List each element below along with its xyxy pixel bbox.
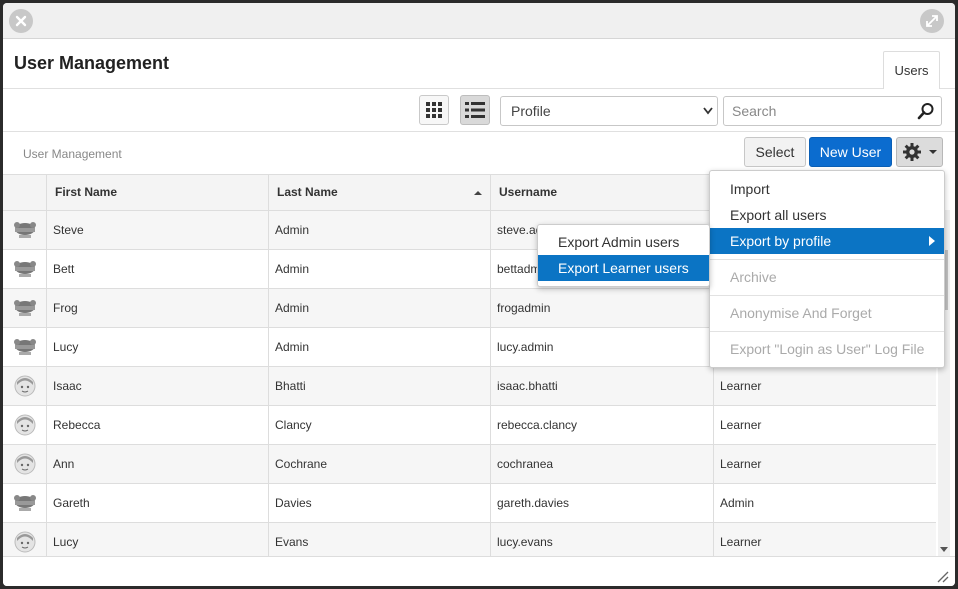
cell-last-name: Admin <box>268 328 490 366</box>
cell-last-name: Admin <box>268 289 490 327</box>
title-bar <box>3 3 955 39</box>
search-input[interactable] <box>730 102 914 120</box>
cell-profile: Learner <box>713 406 936 444</box>
cell-last-name: Evans <box>268 523 490 557</box>
admin-avatar-icon <box>3 484 46 522</box>
menu-divider <box>710 295 944 296</box>
cell-username: gareth.davies <box>490 484 713 522</box>
cell-first-name: Ann <box>46 445 268 483</box>
new-user-button[interactable]: New User <box>809 137 892 167</box>
menu-item-import[interactable]: Import <box>710 176 944 202</box>
cell-last-name: Admin <box>268 211 490 249</box>
search-icon[interactable] <box>917 102 935 120</box>
close-icon[interactable] <box>9 9 33 33</box>
cell-username: cochranea <box>490 445 713 483</box>
scroll-down-arrow-icon[interactable] <box>940 547 948 552</box>
menu-item-export-by-profile-label: Export by profile <box>730 233 832 249</box>
page-title: User Management <box>14 53 170 73</box>
cell-first-name: Gareth <box>46 484 268 522</box>
cell-first-name: Steve <box>46 211 268 249</box>
admin-avatar-icon <box>3 328 46 366</box>
cell-last-name: Davies <box>268 484 490 522</box>
table-row[interactable]: Rebecca Clancy rebecca.clancy Learner <box>3 406 936 445</box>
column-last-name-label: Last Name <box>277 185 338 199</box>
profile-select[interactable]: Profile <box>500 96 718 126</box>
export-by-profile-submenu: Export Admin users Export Learner users <box>537 224 710 287</box>
cell-profile: Learner <box>713 445 936 483</box>
gear-icon <box>902 143 921 161</box>
chevron-right-icon <box>929 236 935 246</box>
page-header: User Management Users <box>3 39 955 89</box>
menu-item-export-admin-users[interactable]: Export Admin users <box>538 229 709 255</box>
cell-username: lucy.admin <box>490 328 713 366</box>
column-last-name[interactable]: Last Name <box>268 175 490 210</box>
cell-username: isaac.bhatti <box>490 367 713 405</box>
cell-first-name: Lucy <box>46 523 268 557</box>
cell-last-name: Bhatti <box>268 367 490 405</box>
cell-first-name: Bett <box>46 250 268 288</box>
settings-menu-button[interactable] <box>896 137 943 167</box>
cell-first-name: Lucy <box>46 328 268 366</box>
table-row[interactable]: Lucy Evans lucy.evans Learner <box>3 523 936 557</box>
cell-profile: Admin <box>713 484 936 522</box>
menu-item-anonymise-and-forget: Anonymise And Forget <box>730 305 872 321</box>
table-row[interactable]: Ann Cochrane cochranea Learner <box>3 445 936 484</box>
select-button[interactable]: Select <box>744 137 806 167</box>
table-row[interactable]: Isaac Bhatti isaac.bhatti Learner <box>3 367 936 406</box>
cell-username: rebecca.clancy <box>490 406 713 444</box>
resize-handle-icon[interactable] <box>935 569 949 583</box>
gear-dropdown-menu: Import Export all users Export by profil… <box>709 170 945 368</box>
cell-username: lucy.evans <box>490 523 713 557</box>
sort-ascending-icon <box>474 191 482 195</box>
menu-item-export-by-profile[interactable]: Export by profile <box>710 228 944 254</box>
column-first-name[interactable]: First Name <box>46 175 268 210</box>
menu-item-export-learner-users[interactable]: Export Learner users <box>538 255 709 281</box>
caret-down-icon <box>928 150 937 154</box>
toolbar: Profile <box>3 89 955 132</box>
cell-profile: Learner <box>713 523 936 557</box>
actions-bar: User Management Select New User <box>3 132 955 175</box>
menu-item-export-login-log: Export "Login as User" Log File <box>730 341 925 357</box>
menu-item-export-all-users[interactable]: Export all users <box>710 202 944 228</box>
cell-first-name: Isaac <box>46 367 268 405</box>
learner-avatar-icon <box>3 445 46 483</box>
chevron-down-icon <box>703 107 713 115</box>
cell-last-name: Cochrane <box>268 445 490 483</box>
menu-divider <box>710 331 944 332</box>
menu-divider <box>710 259 944 260</box>
learner-avatar-icon <box>3 367 46 405</box>
grid-icon <box>426 102 442 118</box>
cell-username: frogadmin <box>490 289 713 327</box>
admin-avatar-icon <box>3 250 46 288</box>
cell-profile: Learner <box>713 367 936 405</box>
cell-last-name: Admin <box>268 250 490 288</box>
admin-avatar-icon <box>3 289 46 327</box>
cell-first-name: Frog <box>46 289 268 327</box>
cell-first-name: Rebecca <box>46 406 268 444</box>
table-row[interactable]: Gareth Davies gareth.davies Admin <box>3 484 936 523</box>
learner-avatar-icon <box>3 523 46 557</box>
menu-item-archive: Archive <box>730 269 777 285</box>
expand-icon[interactable] <box>920 9 944 33</box>
list-view-button[interactable] <box>460 95 490 125</box>
user-management-window: User Management Users Profile Search Use… <box>3 3 955 586</box>
profile-select-value: Profile <box>511 103 551 119</box>
learner-avatar-icon <box>3 406 46 444</box>
search-box <box>723 96 942 126</box>
admin-avatar-icon <box>3 211 46 249</box>
grid-view-button[interactable] <box>419 95 449 125</box>
cell-last-name: Clancy <box>268 406 490 444</box>
window-footer <box>3 556 955 586</box>
column-username[interactable]: Username <box>490 175 713 210</box>
breadcrumb: User Management <box>23 147 122 161</box>
tab-users[interactable]: Users <box>883 51 940 89</box>
list-icon <box>465 102 485 118</box>
